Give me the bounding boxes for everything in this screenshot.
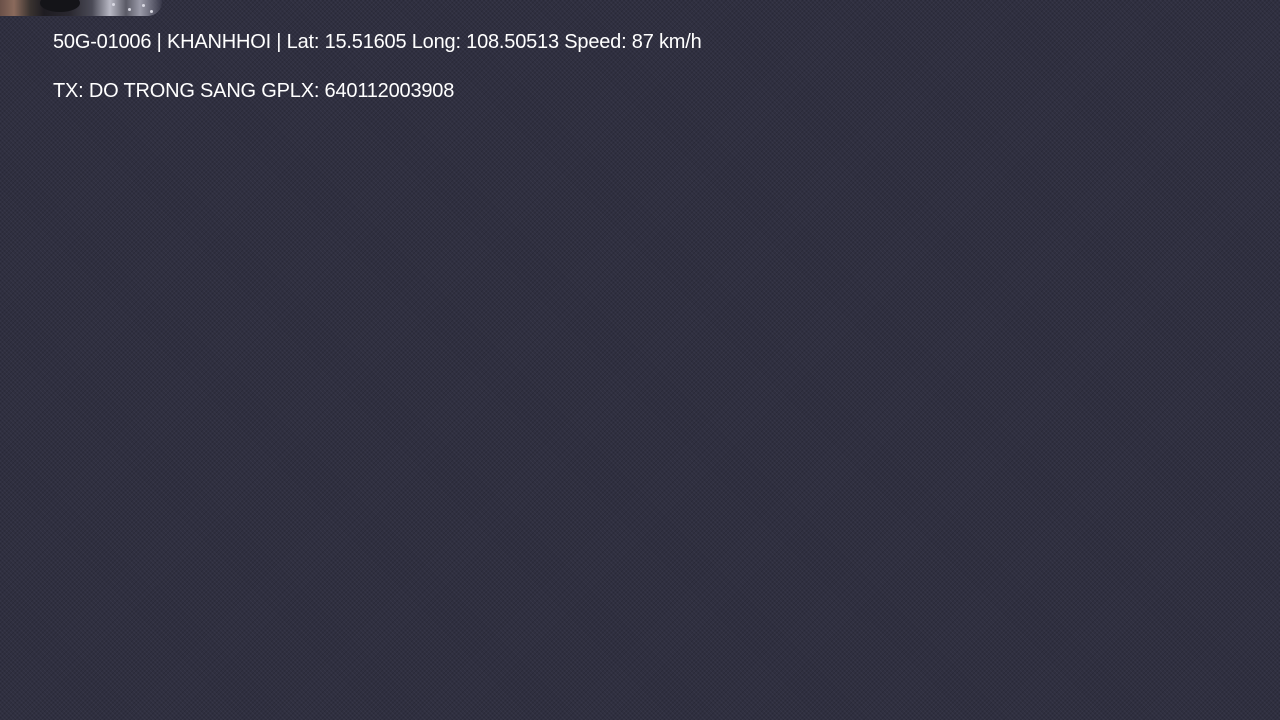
camera-feed-thumbnail bbox=[0, 0, 162, 16]
vehicle-info-overlay: 50G-01006 | KHANHHOI | Lat: 15.51605 Lon… bbox=[53, 31, 702, 53]
camera-feed-speck bbox=[112, 3, 115, 6]
camera-feed-speck bbox=[150, 10, 153, 13]
driver-info-overlay: TX: DO TRONG SANG GPLX: 640112003908 bbox=[53, 80, 455, 102]
camera-feed-speck bbox=[142, 4, 145, 7]
camera-feed-dark-region bbox=[40, 0, 80, 12]
camera-feed-speck bbox=[128, 8, 131, 11]
